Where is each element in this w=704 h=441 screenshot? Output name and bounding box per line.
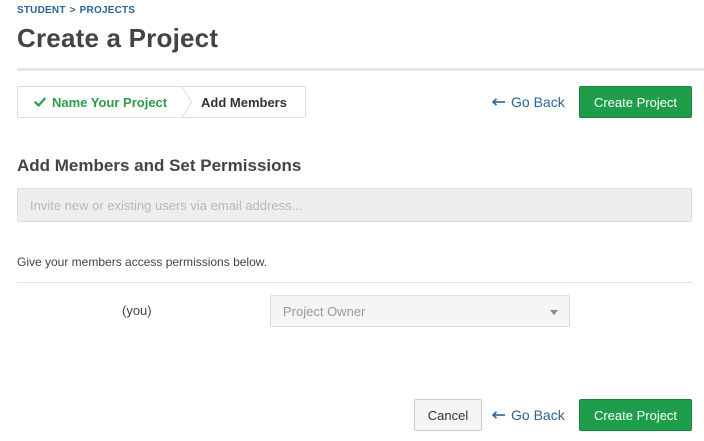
wizard-step-label: Name Your Project <box>52 94 168 110</box>
breadcrumb-current[interactable]: PROJECTS <box>80 5 136 16</box>
member-name: (you) <box>122 303 152 318</box>
wizard-step-label: Add Members <box>201 94 287 110</box>
breadcrumb: STUDENT > PROJECTS <box>17 5 135 16</box>
breadcrumb-separator: > <box>69 5 76 16</box>
cancel-button[interactable]: Cancel <box>414 399 482 431</box>
wizard-step-name-project[interactable]: Name Your Project <box>18 86 193 118</box>
breadcrumb-root-link[interactable]: STUDENT <box>17 5 66 16</box>
invite-email-input[interactable] <box>17 188 692 222</box>
page-title: Create a Project <box>17 23 219 53</box>
title-divider <box>17 68 704 71</box>
permissions-help-text: Give your members access permissions bel… <box>17 255 268 269</box>
wizard-step-add-members[interactable]: Add Members <box>183 87 287 117</box>
go-back-label: Go Back <box>511 94 565 110</box>
create-project-button-bottom[interactable]: Create Project <box>579 399 692 431</box>
check-icon <box>34 97 46 107</box>
arrow-left-icon <box>492 411 505 419</box>
wizard-steps: Name Your Project Add Members <box>17 86 306 118</box>
member-list-divider <box>17 282 692 283</box>
role-select-value: Project Owner <box>283 303 366 319</box>
role-select[interactable]: Project Owner <box>270 295 570 327</box>
go-back-label: Go Back <box>511 407 565 423</box>
create-project-button-top[interactable]: Create Project <box>579 86 692 118</box>
step-chevron-divider <box>181 86 193 118</box>
go-back-link-top[interactable]: Go Back <box>492 94 565 110</box>
arrow-left-icon <box>492 98 505 106</box>
section-title: Add Members and Set Permissions <box>17 156 302 175</box>
chevron-down-icon <box>550 310 558 315</box>
go-back-link-bottom[interactable]: Go Back <box>492 407 565 423</box>
